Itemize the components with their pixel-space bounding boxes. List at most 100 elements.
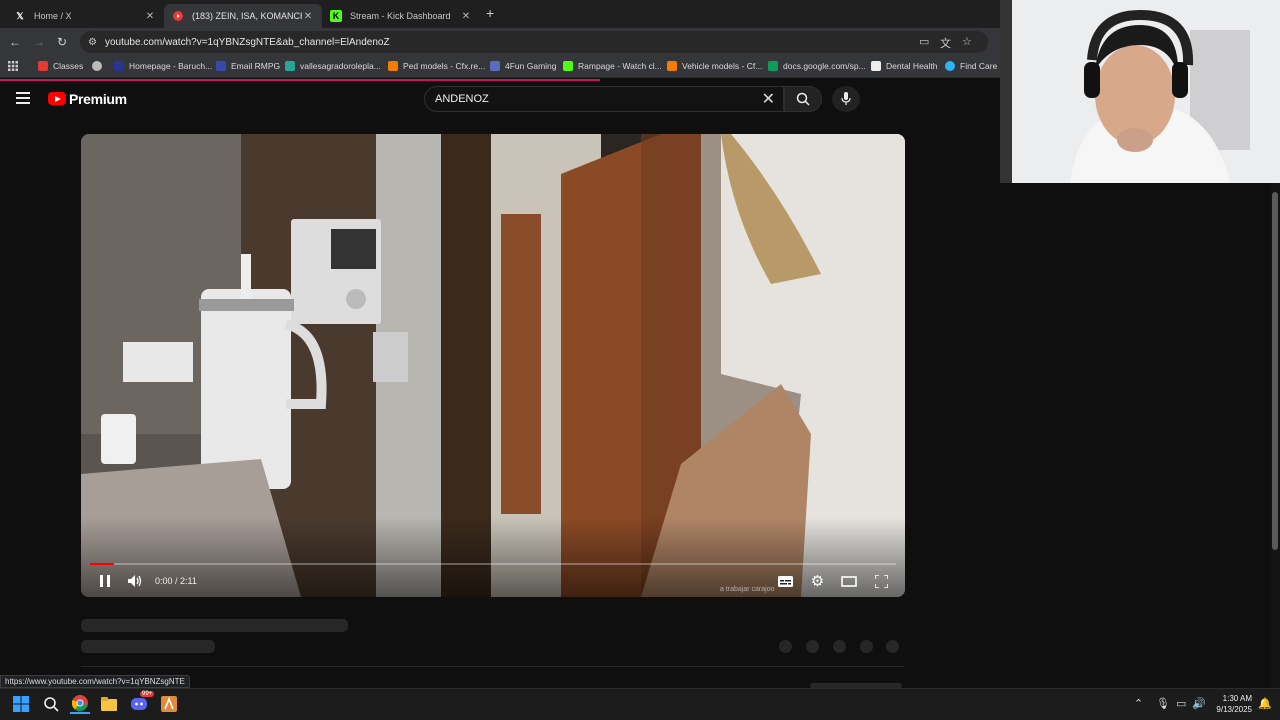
bookmark-item[interactable]: Find Care R [945, 61, 1006, 71]
divider [81, 666, 905, 667]
bookmarks-bar: Classes Homepage - Baruch... Email RMPG … [0, 56, 1006, 78]
bookmark-item[interactable]: Ped models - Cfx.re... [388, 61, 485, 71]
bookmark-item[interactable]: Classes [38, 61, 83, 71]
speaker-icon[interactable]: 🔊 [1192, 697, 1206, 710]
tab-label: Home / X [34, 11, 72, 21]
app-icon[interactable] [159, 694, 179, 714]
close-icon[interactable]: ✕ [144, 11, 156, 22]
microphone-icon[interactable]: 🎙 [1156, 697, 1170, 710]
tab-label: Stream - Kick Dashboard [350, 11, 451, 21]
bookmark-item[interactable]: Vehicle models - Cf... [667, 61, 762, 71]
action-skeleton [779, 640, 792, 653]
youtube-icon [172, 10, 184, 22]
new-tab-button[interactable]: + [486, 5, 494, 21]
translate-icon[interactable]: 文 [940, 35, 951, 51]
bookmark-favicon [92, 61, 102, 71]
hamburger-menu-icon[interactable] [16, 92, 30, 104]
close-icon[interactable]: ✕ [460, 11, 472, 22]
taskbar-clock[interactable]: 1:30 AM 9/13/2025 [1212, 693, 1252, 715]
tab-youtube[interactable]: (183) ZEIN, ISA, KOMANCHE, Fl ✕ [164, 4, 322, 28]
reload-icon[interactable]: ↻ [57, 35, 67, 49]
bookmark-star-icon[interactable]: ☆ [962, 35, 972, 48]
close-icon[interactable]: ✕ [302, 11, 314, 22]
cast-icon[interactable]: ▭ [919, 35, 929, 48]
bookmark-label: Dental Health [886, 61, 938, 71]
bookmark-favicon [388, 61, 398, 71]
subtitles-button[interactable] [777, 574, 793, 588]
address-url: youtube.com/watch?v=1qYBNZsgNTE&ab_chann… [104, 36, 390, 48]
settings-gear-icon[interactable]: ⚙ [809, 573, 826, 590]
bookmark-item[interactable]: Email RMPG [216, 61, 280, 71]
search-button[interactable] [784, 86, 822, 112]
chrome-icon[interactable] [70, 694, 90, 714]
bookmark-label: 4Fun Gaming [505, 61, 557, 71]
notification-badge: 99+ [140, 691, 155, 697]
video-progress-track[interactable] [90, 563, 896, 565]
bookmark-item[interactable]: 4Fun Gaming [490, 61, 557, 71]
bookmark-favicon [490, 61, 500, 71]
fullscreen-button[interactable] [873, 574, 889, 588]
subtitle-skeleton [81, 640, 215, 653]
clear-search-icon[interactable]: ✕ [762, 89, 775, 109]
tab-x-home[interactable]: 𝕏 Home / X ✕ [6, 4, 164, 28]
video-frame [81, 134, 905, 597]
bookmark-item[interactable]: docs.google.com/sp... [768, 61, 866, 71]
bookmark-item[interactable]: Homepage - Baruch... [114, 61, 212, 71]
notification-bell-icon[interactable]: 🔔 [1258, 697, 1272, 710]
bookmark-favicon [216, 61, 226, 71]
volume-icon [128, 575, 142, 587]
search-input[interactable]: ANDENOZ ✕ [424, 86, 784, 112]
site-info-icon[interactable]: ⚙ [88, 37, 97, 48]
microphone-icon [841, 92, 851, 105]
theater-mode-button[interactable] [840, 574, 858, 588]
windows-start-icon[interactable] [11, 694, 31, 714]
tab-label: (183) ZEIN, ISA, KOMANCHE, Fl [192, 11, 302, 21]
webcam-feed [1000, 0, 1280, 183]
bookmark-label: Find Care R [960, 61, 1006, 71]
action-skeleton [806, 640, 819, 653]
file-explorer-icon[interactable] [99, 694, 119, 714]
bookmark-item[interactable]: Dental Health [871, 61, 938, 71]
bookmark-item[interactable]: Rampage - Watch cl... [563, 61, 662, 71]
bookmark-favicon [38, 61, 48, 71]
theater-mode-icon [841, 575, 857, 587]
bookmark-label: Vehicle models - Cf... [682, 61, 763, 71]
action-skeleton [860, 640, 873, 653]
network-icon[interactable]: ▭ [1176, 697, 1186, 710]
video-time-display: 0:00 / 2:11 [155, 576, 197, 586]
bookmark-favicon [945, 61, 955, 71]
bookmark-favicon [114, 61, 124, 71]
bookmark-item[interactable]: vallesagradoroleplа... [285, 61, 381, 71]
scrollbar-thumb[interactable] [1272, 192, 1278, 550]
link-status-tooltip: https://www.youtube.com/watch?v=1qYBNZsg… [0, 675, 190, 688]
pause-icon [100, 575, 110, 587]
bookmark-favicon [285, 61, 295, 71]
pause-button[interactable] [97, 574, 113, 588]
video-player[interactable] [81, 134, 905, 597]
voice-search-button[interactable] [832, 86, 860, 112]
bookmark-favicon [768, 61, 778, 71]
clock-time: 1:30 AM [1222, 694, 1252, 703]
title-skeleton [81, 619, 348, 632]
back-icon[interactable]: ← [9, 35, 21, 49]
volume-button[interactable] [127, 574, 143, 588]
kick-icon: K [330, 10, 342, 22]
discord-icon[interactable]: 99+ [129, 691, 155, 714]
subtitles-icon [777, 575, 793, 587]
forward-icon[interactable]: → [33, 35, 45, 49]
search-icon[interactable] [41, 694, 61, 714]
youtube-premium-brand[interactable]: Premium [69, 91, 127, 107]
bookmark-favicon [871, 61, 881, 71]
bookmark-favicon [563, 61, 573, 71]
show-hidden-icons[interactable]: ⌃ [1134, 697, 1143, 710]
action-skeleton [886, 640, 899, 653]
x-logo-icon: 𝕏 [16, 10, 24, 21]
bookmark-label: Homepage - Baruch... [129, 61, 213, 71]
bookmark-item[interactable] [92, 61, 107, 71]
youtube-logo-icon[interactable] [48, 92, 66, 105]
address-bar[interactable]: ⚙ youtube.com/watch?v=1qYBNZsgNTE&ab_cha… [80, 31, 988, 53]
action-skeleton [833, 640, 846, 653]
tab-kick-dashboard[interactable]: K Stream - Kick Dashboard ✕ [322, 4, 480, 28]
bookmark-favicon [667, 61, 677, 71]
apps-grid-icon[interactable] [8, 61, 18, 71]
